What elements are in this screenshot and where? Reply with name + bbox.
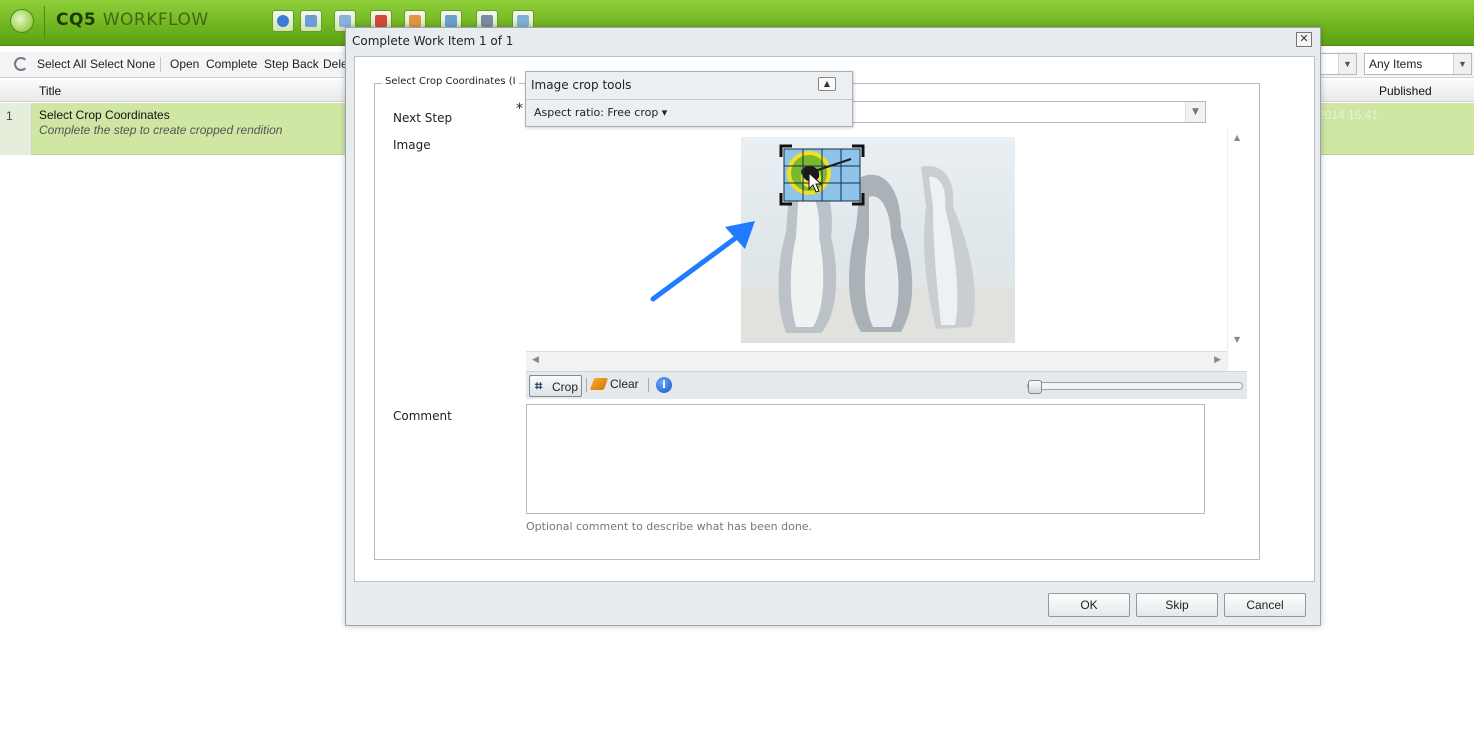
crop-label: Crop [552, 380, 579, 394]
brand-cq5: CQ5 [56, 10, 97, 30]
crop-tools-title: Image crop tools [531, 78, 632, 92]
chevron-down-icon[interactable]: ▼ [1185, 102, 1205, 122]
image-vertical-scrollbar[interactable]: ▲ ▼ [1227, 129, 1247, 371]
row-number: 1 [6, 109, 13, 123]
complete-work-item-dialog: Complete Work Item 1 of 1 ✕ Select Crop … [345, 27, 1321, 626]
toolbar-divider [648, 378, 649, 392]
penguin-picture [741, 137, 1015, 343]
crop-tools-divider [526, 99, 852, 100]
aspect-ratio-menu[interactable]: Aspect ratio: Free crop ▾ [534, 106, 667, 119]
zoom-slider-thumb[interactable] [1028, 380, 1042, 394]
toolbar-divider [586, 378, 587, 392]
pointer-arrow-icon [650, 221, 755, 302]
row-date: 2014 15:41 [1318, 108, 1379, 122]
comment-label: Comment [393, 409, 452, 423]
required-marker: * [516, 101, 523, 117]
items-filter-value: Any Items [1369, 57, 1423, 71]
app-brand: CQ5 WORKFLOW [56, 10, 209, 30]
close-icon[interactable]: ✕ [1296, 32, 1312, 47]
comment-textarea[interactable] [526, 404, 1205, 514]
collapse-icon[interactable]: ▲ [818, 77, 836, 91]
row-title: Select Crop Coordinates [39, 108, 170, 122]
skip-button[interactable]: Skip [1136, 593, 1218, 617]
select-none-button[interactable]: Select None [90, 57, 155, 71]
crop-button[interactable]: ⌗ Crop [529, 375, 582, 397]
dialog-body: Select Crop Coordinates (I Next Step * ▼… [354, 56, 1315, 582]
chevron-down-icon[interactable]: ▼ [1453, 54, 1471, 74]
aspect-ratio-label: Aspect ratio: Free crop [534, 106, 659, 119]
image-label: Image [393, 138, 431, 152]
brand-workflow: WORKFLOW [102, 10, 209, 30]
image-icon[interactable] [300, 10, 322, 32]
fieldset-legend: Select Crop Coordinates (I [382, 76, 519, 87]
zoom-slider[interactable] [1027, 380, 1243, 394]
eraser-icon [589, 378, 609, 390]
toolbar-divider [160, 57, 161, 72]
row-description: Complete the step to create cropped rend… [39, 123, 283, 137]
dialog-title: Complete Work Item 1 of 1 [352, 34, 514, 48]
cancel-button[interactable]: Cancel [1224, 593, 1306, 617]
scroll-left-icon[interactable]: ◀ [532, 355, 539, 365]
open-button[interactable]: Open [170, 57, 199, 71]
column-title[interactable]: Title [39, 84, 61, 98]
crop-icon: ⌗ [535, 379, 543, 394]
cq5-logo-icon [10, 9, 34, 33]
delete-button[interactable]: Dele [323, 57, 348, 71]
next-step-label: Next Step [393, 111, 453, 125]
ok-button[interactable]: OK [1048, 593, 1130, 617]
select-all-button[interactable]: Select All [37, 57, 86, 71]
image-horizontal-scrollbar[interactable]: ◀ ▶ [526, 351, 1227, 371]
scroll-down-icon[interactable]: ▼ [1234, 335, 1240, 344]
image-crop-tools-panel: Image crop tools ▲ Aspect ratio: Free cr… [525, 71, 853, 127]
complete-button[interactable]: Complete [206, 57, 257, 71]
column-published[interactable]: Published [1379, 84, 1432, 98]
clear-label: Clear [610, 377, 639, 391]
comment-hint: Optional comment to describe what has be… [526, 520, 813, 533]
refresh-icon[interactable] [14, 57, 28, 71]
globe-icon[interactable] [272, 10, 294, 32]
scroll-up-icon[interactable]: ▲ [1234, 133, 1240, 142]
items-filter-select[interactable]: Any Items ▼ [1364, 53, 1472, 75]
chevron-down-icon[interactable]: ▼ [1338, 54, 1356, 74]
row-number-cell [0, 103, 32, 155]
step-back-button[interactable]: Step Back [264, 57, 319, 71]
scroll-right-icon[interactable]: ▶ [1214, 355, 1221, 365]
next-step-select[interactable]: ▼ [852, 101, 1206, 123]
image-toolbar: ⌗ Crop Clear i [526, 371, 1247, 399]
info-icon[interactable]: i [656, 377, 672, 393]
penguin-image[interactable] [741, 137, 1015, 343]
header-divider [44, 6, 45, 38]
